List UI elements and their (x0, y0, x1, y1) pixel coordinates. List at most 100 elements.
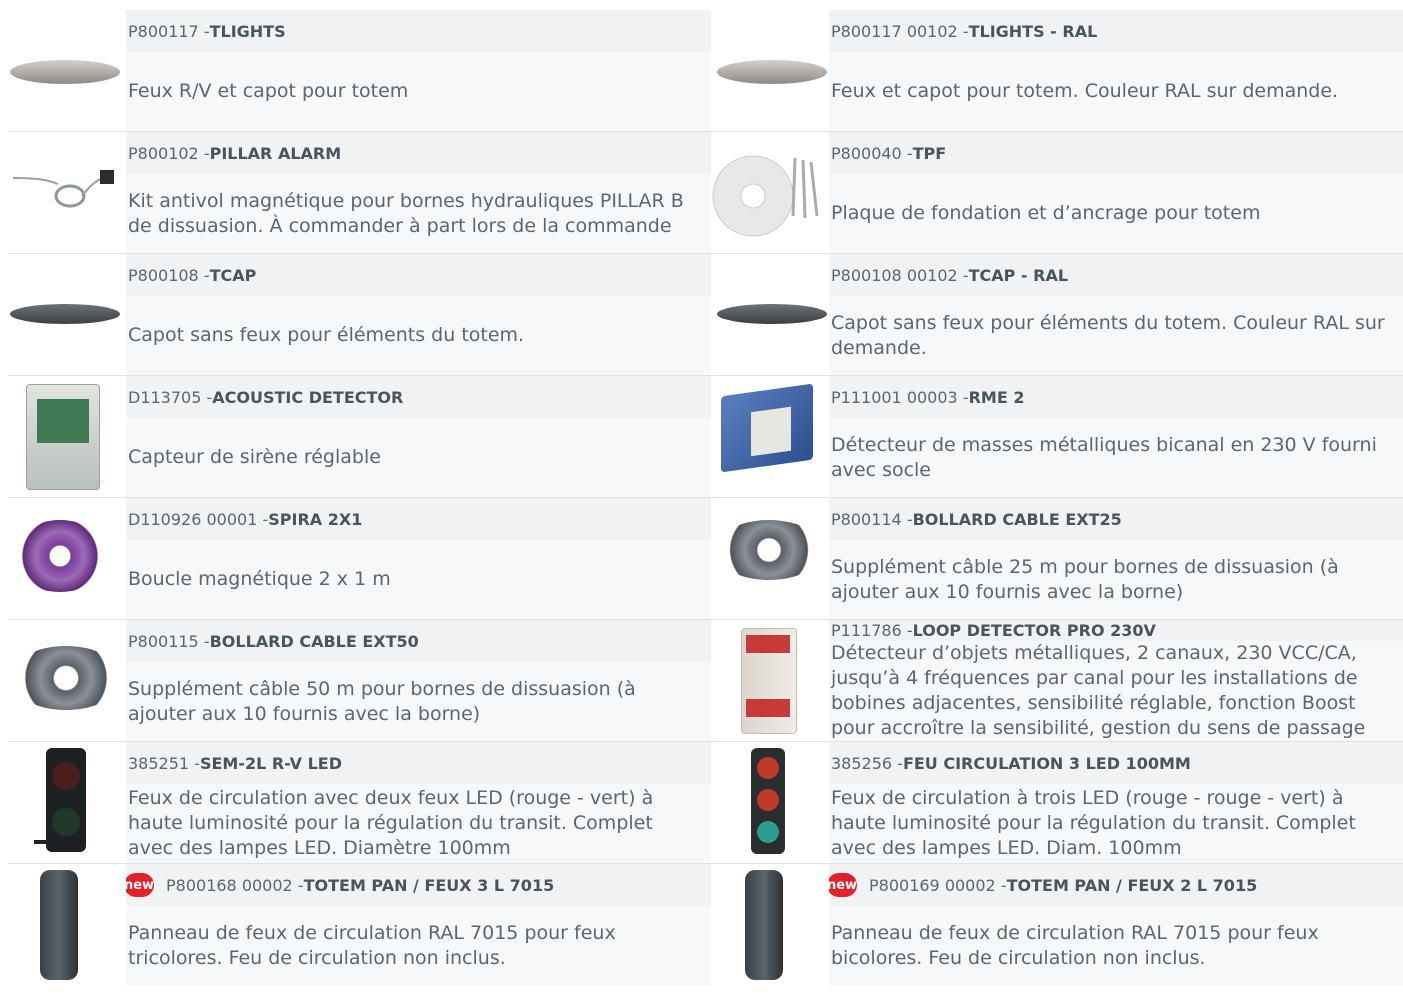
detector-board-image (26, 384, 100, 490)
product-description: Feux R/V et capot pour totem (126, 52, 711, 131)
product-description: Feux de circulation à trois LED (rouge -… (829, 784, 1403, 863)
product-name: PILLAR ALARM (209, 143, 342, 163)
product-code: P800108 - (128, 265, 210, 285)
product-header: P800108 00102 - TCAP - RAL (829, 254, 1403, 296)
grey-cable-coil-image (715, 520, 823, 580)
product-image-slot (711, 10, 829, 131)
traffic-light-cap-image (717, 60, 827, 84)
product-description: Détecteur d’objets métalliques, 2 canaux… (829, 641, 1403, 741)
table-row: P800115 - BOLLARD CABLE EXT50 Supplément… (8, 619, 1403, 741)
product-header: D110926 00001 - SPIRA 2X1 (126, 498, 711, 540)
product-image-slot (8, 620, 126, 741)
product-image-slot (711, 132, 829, 253)
product-image-slot (8, 376, 126, 497)
product-name: TLIGHTS (209, 21, 286, 41)
product-name: RME 2 (968, 387, 1025, 407)
table-row: 385251 - SEM-2L R-V LED Feux de circulat… (8, 741, 1403, 863)
product-description: Supplément câble 25 m pour bornes de dis… (829, 540, 1403, 619)
product-code: D113705 - (128, 387, 213, 407)
product-cell: new P800169 00002 - TOTEM PAN / FEUX 2 L … (711, 864, 1403, 986)
product-cell: P800115 - BOLLARD CABLE EXT50 Supplément… (8, 620, 711, 741)
product-header: 385256 - FEU CIRCULATION 3 LED 100MM (829, 742, 1403, 784)
product-image-slot (8, 254, 126, 375)
totem-panel-image (40, 870, 78, 980)
three-light-signal-image (751, 748, 785, 854)
product-header: D113705 - ACOUSTIC DETECTOR (126, 376, 711, 418)
product-header: new P800168 00002 - TOTEM PAN / FEUX 3 L … (124, 864, 711, 906)
alarm-kit-image (12, 170, 114, 208)
grey-cable-coil-image (10, 646, 122, 710)
product-image-slot (711, 498, 829, 619)
product-header: P111001 00003 - RME 2 (829, 376, 1403, 418)
product-image-slot (8, 498, 126, 619)
product-name: ACOUSTIC DETECTOR (212, 387, 404, 407)
product-cell: P800114 - BOLLARD CABLE EXT25 Supplément… (711, 498, 1403, 619)
table-row: new P800168 00002 - TOTEM PAN / FEUX 3 L … (8, 863, 1403, 986)
product-cell: 385251 - SEM-2L R-V LED Feux de circulat… (8, 742, 711, 863)
product-image-slot (711, 376, 829, 497)
product-code: P800040 - (831, 143, 913, 163)
product-code: P800117 - (128, 21, 210, 41)
product-code: P111001 00003 - (831, 387, 969, 407)
product-cell: P800117 00102 - TLIGHTS - RAL Feux et ca… (711, 10, 1403, 131)
product-name: TOTEM PAN / FEUX 2 L 7015 (1006, 875, 1258, 895)
din-rail-detector-image (741, 628, 797, 734)
product-description: Capot sans feux pour éléments du totem. (126, 296, 711, 375)
cap-image (10, 304, 120, 324)
product-header: P800114 - BOLLARD CABLE EXT25 (829, 498, 1403, 540)
foundation-plate-image (712, 155, 819, 237)
product-code: P800117 00102 - (831, 21, 969, 41)
product-code: P111786 - (831, 621, 913, 640)
product-description: Supplément câble 50 m pour bornes de dis… (126, 662, 711, 741)
product-code: D110926 00001 - (128, 509, 269, 529)
product-image-slot (8, 864, 126, 986)
accessory-table: P800117 - TLIGHTS Feux R/V et capot pour… (8, 10, 1403, 986)
product-cell: P111001 00003 - RME 2 Détecteur de masse… (711, 376, 1403, 497)
table-row: D110926 00001 - SPIRA 2X1 Boucle magnéti… (8, 497, 1403, 619)
product-image-slot (711, 864, 829, 986)
product-header: P800117 00102 - TLIGHTS - RAL (829, 10, 1403, 52)
product-cell: P800040 - TPF Plaque de fondation et d’a… (711, 132, 1403, 253)
table-row: D113705 - ACOUSTIC DETECTOR Capteur de s… (8, 375, 1403, 497)
product-name: TCAP (209, 265, 257, 285)
table-row: P800117 - TLIGHTS Feux R/V et capot pour… (8, 10, 1403, 131)
product-description: Kit antivol magnétique pour bornes hydra… (126, 174, 711, 253)
product-image-slot (711, 620, 829, 741)
cap-image (717, 304, 827, 324)
product-header: P800040 - TPF (829, 132, 1403, 174)
product-name: FEU CIRCULATION 3 LED 100MM (902, 753, 1191, 773)
product-description: Capteur de sirène réglable (126, 418, 711, 497)
purple-cable-coil-image (10, 520, 110, 592)
product-name: TOTEM PAN / FEUX 3 L 7015 (303, 875, 555, 895)
product-image-slot (711, 254, 829, 375)
product-image-slot (711, 742, 829, 863)
product-name: BOLLARD CABLE EXT50 (209, 631, 419, 651)
product-header: P800108 - TCAP (126, 254, 711, 296)
product-description: Détecteur de masses métalliques bicanal … (829, 418, 1403, 497)
product-cell: P800117 - TLIGHTS Feux R/V et capot pour… (8, 10, 711, 131)
product-name: TPF (912, 143, 947, 163)
product-code: 385251 - (128, 753, 200, 773)
product-description: Panneau de feux de circulation RAL 7015 … (126, 906, 711, 986)
product-image-slot (8, 10, 126, 131)
table-row: P800102 - PILLAR ALARM Kit antivol magné… (8, 131, 1403, 253)
product-name: BOLLARD CABLE EXT25 (912, 509, 1122, 529)
product-image-slot (8, 742, 126, 863)
product-image-slot (8, 132, 126, 253)
product-description: Plaque de fondation et d’ancrage pour to… (829, 174, 1403, 253)
product-code: P800168 00002 - (166, 875, 304, 895)
product-header: 385251 - SEM-2L R-V LED (126, 742, 711, 784)
product-cell: P111786 - LOOP DETECTOR PRO 230V Détecte… (711, 620, 1403, 741)
product-code: P800114 - (831, 509, 913, 529)
product-header: P800115 - BOLLARD CABLE EXT50 (126, 620, 711, 662)
totem-panel-image (745, 870, 783, 980)
product-code: 385256 - (831, 753, 903, 773)
product-description: Feux et capot pour totem. Couleur RAL su… (829, 52, 1403, 131)
product-name: SPIRA 2X1 (268, 509, 363, 529)
product-description: Capot sans feux pour éléments du totem. … (829, 296, 1403, 375)
product-name: LOOP DETECTOR PRO 230V (912, 621, 1156, 640)
metal-detector-image (721, 383, 813, 473)
product-header: new P800169 00002 - TOTEM PAN / FEUX 2 L … (827, 864, 1403, 906)
product-name: TLIGHTS - RAL (968, 21, 1098, 41)
product-cell: 385256 - FEU CIRCULATION 3 LED 100MM Feu… (711, 742, 1403, 863)
